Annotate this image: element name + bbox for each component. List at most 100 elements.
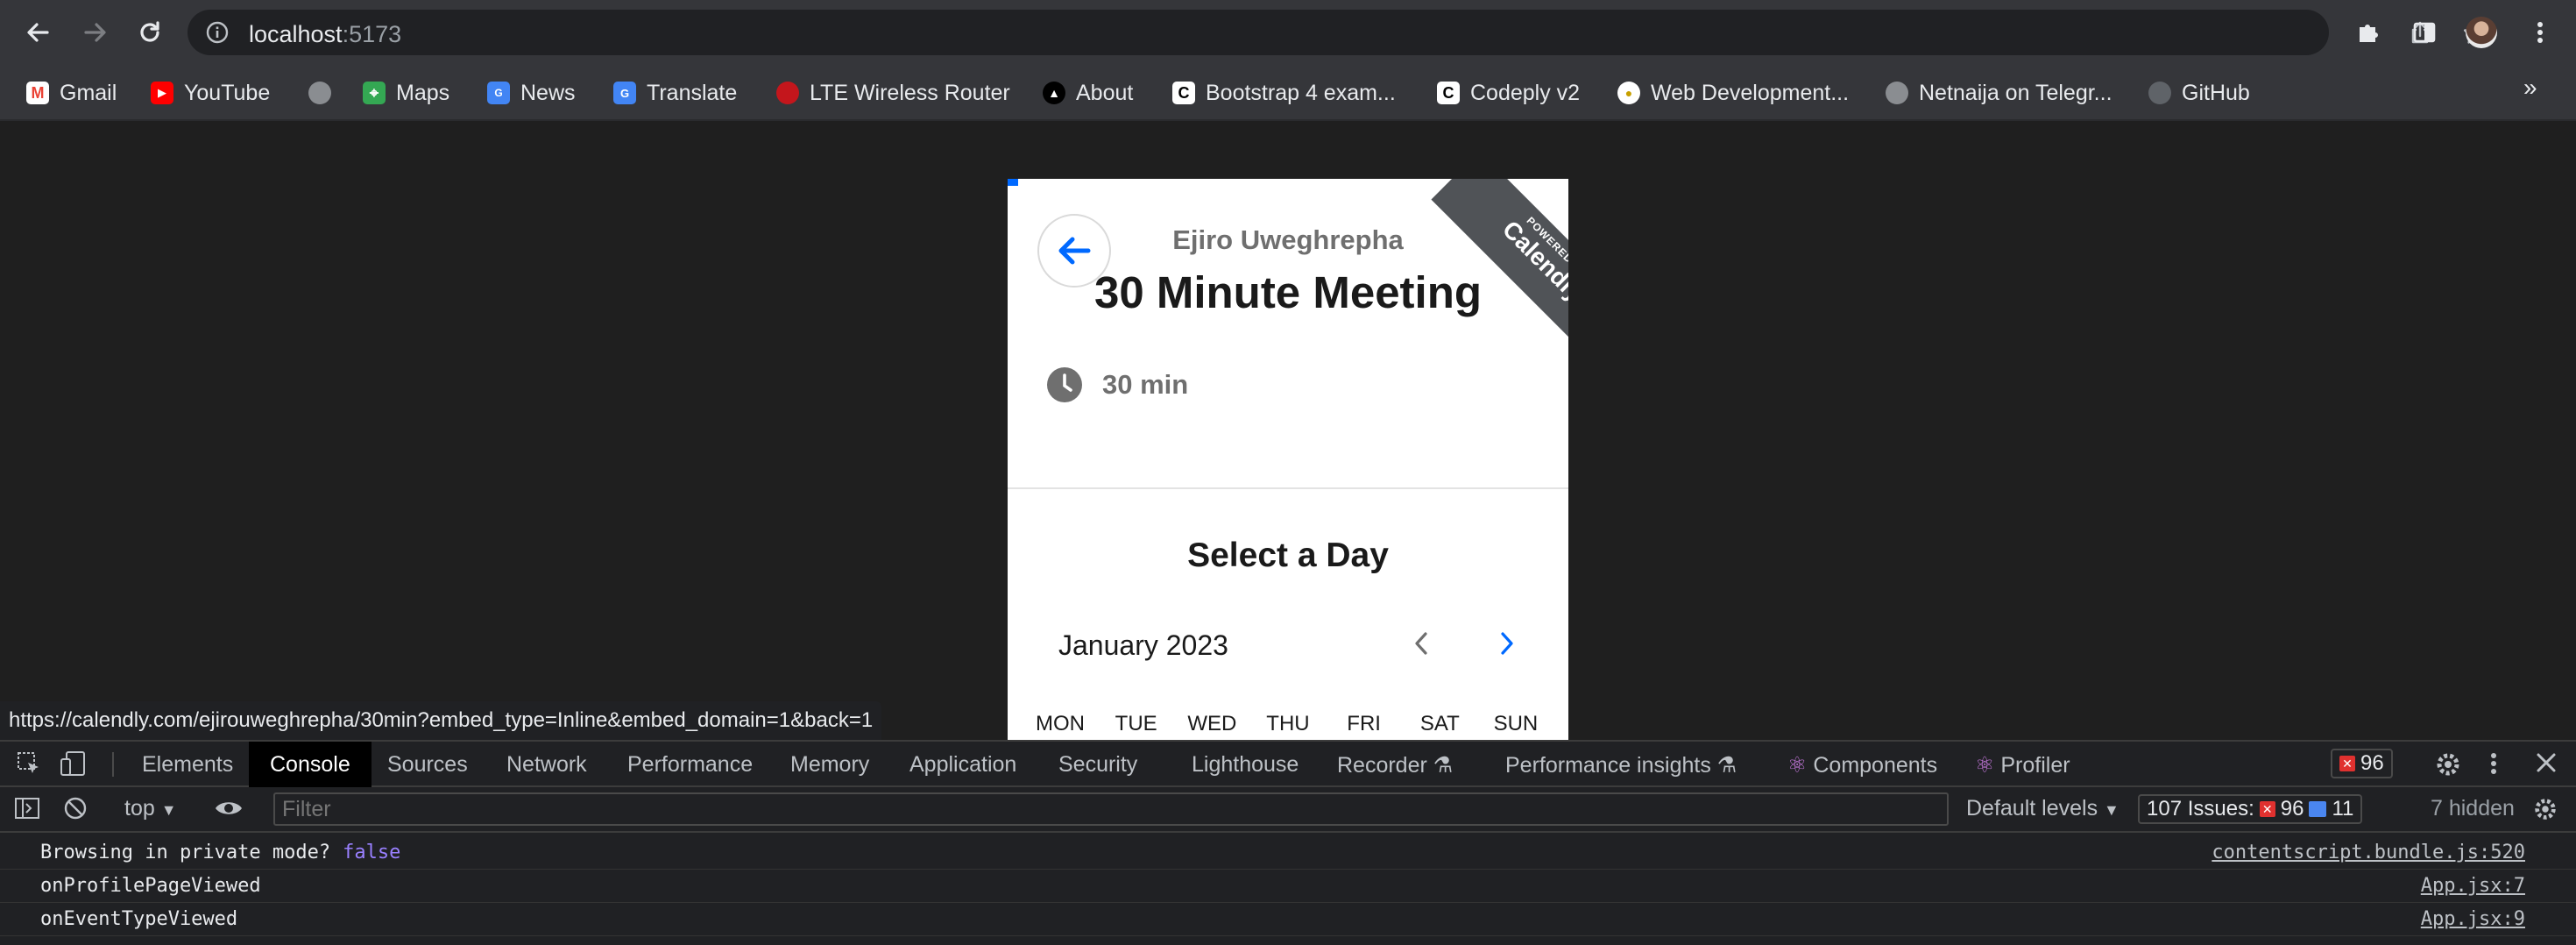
side-panel-icon[interactable] <box>2404 12 2445 53</box>
weekday-label: MON <box>1036 712 1085 735</box>
bookmark-gmail[interactable]: M Gmail <box>26 77 117 109</box>
close-icon[interactable] <box>2534 750 2558 779</box>
codeply-icon: C <box>1172 82 1195 104</box>
github-icon <box>2148 82 2171 104</box>
back-arrow-icon[interactable] <box>18 12 58 53</box>
tab-security[interactable]: Security <box>1058 742 1137 787</box>
bookmark-label: News <box>520 80 576 105</box>
clear-console-icon[interactable] <box>63 796 88 825</box>
gmail-icon: M <box>26 82 49 104</box>
bookmark-about[interactable]: ▲ About <box>1043 77 1133 109</box>
maps-icon: ⌖ <box>363 82 386 104</box>
tab-profiler-label: Profiler <box>2000 753 2070 778</box>
bookmark-globe[interactable] <box>308 77 331 109</box>
bookmark-label: Gmail <box>60 80 117 105</box>
bookmark-codeply[interactable]: C Codeply v2 <box>1437 77 1580 109</box>
log-source-link[interactable]: contentscript.bundle.js:520 <box>2212 842 2525 863</box>
live-expression-eye-icon[interactable] <box>214 796 244 825</box>
globe-icon <box>308 82 331 104</box>
clock-icon <box>1047 367 1082 402</box>
log-source-link[interactable]: App.jsx:7 <box>2421 875 2525 897</box>
issues-badge[interactable]: 107 Issues: ✕ 96 11 <box>2138 794 2363 824</box>
tab-components-label: Components <box>1813 753 1938 778</box>
flask-icon: ⚗ <box>1433 753 1454 778</box>
bookmarks-overflow-button[interactable]: » <box>2523 74 2537 102</box>
log-text: Browsing in private mode? <box>40 842 331 863</box>
next-month-button[interactable] <box>1488 624 1526 663</box>
console-filter-bar: top ▼ Default levels ▼ 107 Issues: ✕ 96 … <box>0 787 2576 833</box>
profile-avatar[interactable] <box>2466 17 2497 48</box>
divider <box>1008 487 1568 489</box>
dropdown-caret-icon: ▼ <box>160 801 177 819</box>
bookmark-bootstrap[interactable]: C Bootstrap 4 exam... <box>1172 77 1396 109</box>
bookmark-label: Maps <box>396 80 450 105</box>
log-source-link[interactable]: App.jsx:9 <box>2421 908 2525 930</box>
bookmark-icon: ● <box>1617 82 1640 104</box>
error-count-badge[interactable]: ✕ 96 <box>2331 749 2393 778</box>
calendly-widget: POWERED BY Calendly Ejiro Uweghrepha 30 … <box>1008 179 1568 740</box>
dropdown-caret-icon: ▼ <box>2104 801 2120 819</box>
settings-gear-icon[interactable] <box>2434 750 2462 783</box>
bookmarks-bar: M Gmail ▶ YouTube ⌖ Maps G News G Transl… <box>0 65 2576 121</box>
log-value: false <box>343 842 401 863</box>
bookmark-translate[interactable]: G Translate <box>613 77 737 109</box>
tab-network[interactable]: Network <box>506 742 587 787</box>
tab-performance[interactable]: Performance <box>627 742 753 787</box>
previous-month-button[interactable] <box>1402 624 1440 663</box>
weekday-label: SUN <box>1493 712 1539 735</box>
weekday-label: TUE <box>1115 712 1157 735</box>
weekday-label: WED <box>1187 712 1237 735</box>
tab-application[interactable]: Application <box>909 742 1016 787</box>
tab-performance-insights[interactable]: Performance insights ⚗ <box>1505 742 1737 787</box>
tab-sources[interactable]: Sources <box>387 742 468 787</box>
duration-row: 30 min <box>1046 366 1188 403</box>
bookmark-github[interactable]: GitHub <box>2148 77 2250 109</box>
error-icon: ✕ <box>2339 756 2355 771</box>
bookmark-maps[interactable]: ⌖ Maps <box>363 77 449 109</box>
select-day-heading: Select a Day <box>1187 536 1389 574</box>
extensions-puzzle-icon[interactable] <box>2348 12 2388 53</box>
kebab-menu-icon[interactable] <box>2520 12 2560 53</box>
site-info-icon[interactable] <box>205 20 230 49</box>
browser-toolbar: localhost:5173 <box>0 0 2576 65</box>
bookmark-web-development[interactable]: ● Web Development... <box>1617 77 1849 109</box>
reload-icon[interactable] <box>130 12 170 53</box>
more-options-icon[interactable] <box>2490 750 2497 781</box>
bookmark-lte-router[interactable]: LTE Wireless Router <box>776 77 1010 109</box>
log-levels-label: Default levels <box>1966 796 2098 821</box>
log-levels-dropdown[interactable]: Default levels ▼ <box>1966 796 2120 821</box>
month-label: January 2023 <box>1058 629 1228 661</box>
console-settings-gear-icon[interactable] <box>2532 796 2558 827</box>
tab-console[interactable]: Console <box>249 742 372 787</box>
device-toolbar-icon[interactable] <box>60 750 88 781</box>
tab-lighthouse[interactable]: Lighthouse <box>1192 742 1299 787</box>
globe-icon <box>1886 82 1908 104</box>
codeply-icon: C <box>1437 82 1460 104</box>
console-filter-input[interactable] <box>273 792 1949 826</box>
forward-arrow-icon[interactable] <box>75 12 116 53</box>
react-icon: ⚛ <box>1787 753 1808 778</box>
youtube-icon: ▶ <box>151 82 173 104</box>
bookmark-youtube[interactable]: ▶ YouTube <box>151 77 270 109</box>
tab-recorder[interactable]: Recorder ⚗ <box>1337 742 1453 787</box>
issues-label: 107 Issues: <box>2147 797 2254 821</box>
duration-text: 30 min <box>1102 369 1189 400</box>
react-icon: ⚛ <box>1975 753 1995 778</box>
sidebar-toggle-icon[interactable] <box>14 796 40 825</box>
tab-elements[interactable]: Elements <box>142 742 233 787</box>
inspect-element-icon[interactable] <box>16 750 42 781</box>
context-selector[interactable]: top ▼ <box>124 796 177 821</box>
weekday-label: FRI <box>1347 712 1381 735</box>
bookmark-netnaija[interactable]: Netnaija on Telegr... <box>1886 77 2112 109</box>
info-message-icon <box>2309 801 2327 817</box>
bookmark-label: Bootstrap 4 exam... <box>1206 80 1396 105</box>
address-bar[interactable]: localhost:5173 <box>188 10 2488 55</box>
tab-performance-insights-label: Performance insights <box>1505 753 1711 778</box>
console-log-row: onProfilePageViewed App.jsx:7 <box>0 870 2576 903</box>
tab-profiler[interactable]: ⚛ Profiler <box>1975 742 2070 787</box>
tab-memory[interactable]: Memory <box>790 742 869 787</box>
bookmark-label: YouTube <box>184 80 271 105</box>
tab-components[interactable]: ⚛ Components <box>1787 742 1937 787</box>
bookmark-news[interactable]: G News <box>487 77 576 109</box>
translate-icon: G <box>613 82 636 104</box>
